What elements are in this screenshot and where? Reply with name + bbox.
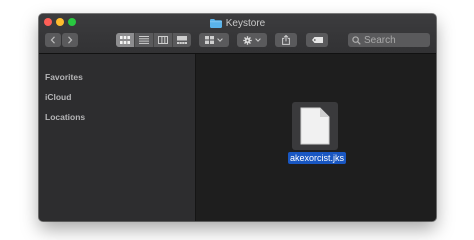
action-button[interactable] <box>237 33 267 47</box>
chevron-left-icon <box>50 36 55 44</box>
finder-window: Keystore Search Favorites iCloud Locatio… <box>39 14 436 221</box>
list-view-button[interactable] <box>135 33 154 47</box>
file-item[interactable] <box>292 102 338 150</box>
group-button[interactable] <box>199 33 229 47</box>
share-icon <box>282 35 290 45</box>
column-view-button[interactable] <box>154 33 173 47</box>
search-icon <box>352 35 361 45</box>
group-grid-icon <box>205 36 214 44</box>
gallery-view-button[interactable] <box>173 33 191 47</box>
search-input[interactable] <box>364 34 424 46</box>
document-icon <box>300 107 330 145</box>
gallery-icon <box>177 36 187 44</box>
window-title: Keystore <box>39 17 436 29</box>
sidebar-heading-icloud[interactable]: iCloud <box>45 92 71 102</box>
sidebar: Favorites iCloud Locations <box>39 54 196 221</box>
folder-icon <box>209 18 222 28</box>
back-button[interactable] <box>45 33 61 47</box>
file-name-label[interactable]: akexorcist.jks <box>288 152 347 164</box>
gear-icon <box>243 35 252 45</box>
view-mode-control <box>116 33 191 47</box>
chevron-right-icon <box>68 36 73 44</box>
file-browser-area: akexorcist.jks <box>196 54 436 221</box>
columns-icon <box>158 36 168 44</box>
tag-button[interactable] <box>306 33 328 47</box>
sidebar-heading-favorites[interactable]: Favorites <box>45 72 83 82</box>
forward-button[interactable] <box>62 33 78 47</box>
chevron-down-icon <box>255 38 261 42</box>
title-bar: Keystore <box>39 14 436 54</box>
sidebar-heading-locations[interactable]: Locations <box>45 112 85 122</box>
icon-view-button[interactable] <box>116 33 135 47</box>
list-icon <box>139 36 149 44</box>
tag-icon <box>311 37 323 43</box>
window-title-text: Keystore <box>225 17 266 29</box>
chevron-down-icon <box>217 38 223 42</box>
share-button[interactable] <box>275 33 297 47</box>
grid-icon <box>120 36 130 44</box>
search-field[interactable] <box>348 33 430 47</box>
